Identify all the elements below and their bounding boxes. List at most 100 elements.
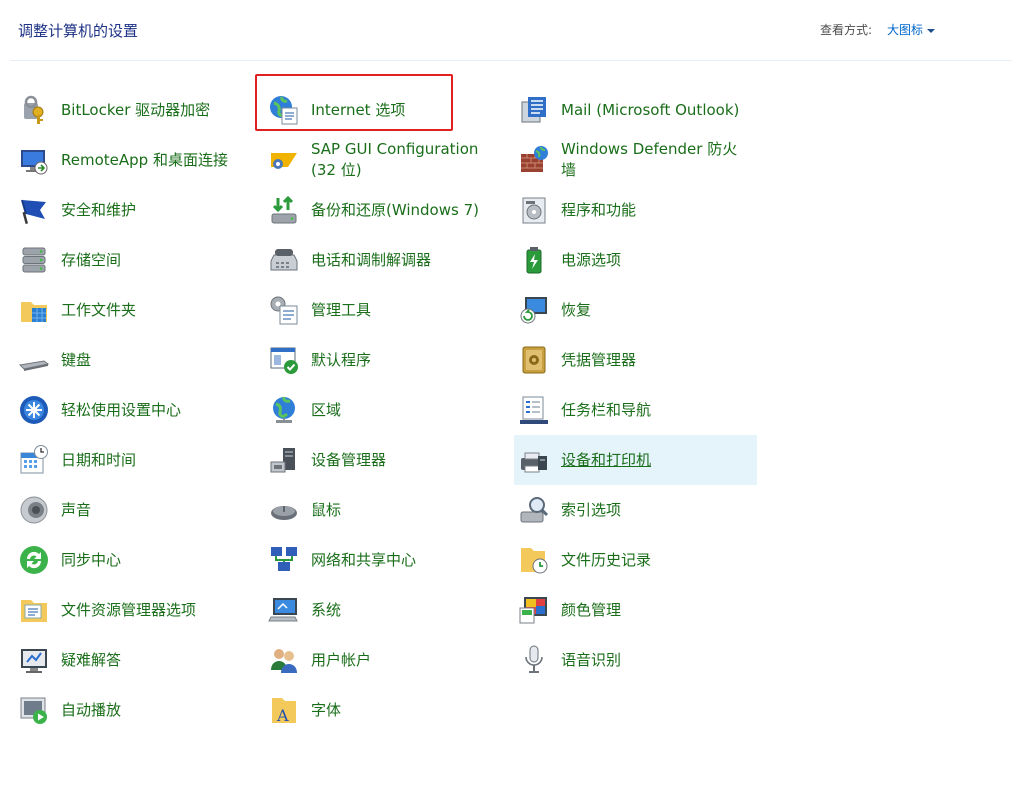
remoteapp-monitor-icon	[18, 144, 50, 176]
item-security-maintenance[interactable]: 安全和维护	[14, 185, 257, 235]
item-label: 存储空间	[61, 250, 122, 269]
item-ease-of-access[interactable]: 轻松使用设置中心	[14, 385, 257, 435]
work-folder-icon	[18, 294, 50, 326]
item-label: 日期和时间	[61, 450, 137, 469]
item-indexing-options[interactable]: 索引选项	[514, 485, 757, 535]
telephone-modem-icon	[268, 244, 300, 276]
item-speech-recognition[interactable]: 语音识别	[514, 635, 757, 685]
network-icon	[268, 544, 300, 576]
item-windows-defender-firewall[interactable]: Windows Defender 防火墙	[514, 135, 757, 185]
item-label: 网络和共享中心	[311, 550, 417, 569]
item-label: 恢复	[561, 300, 592, 319]
item-sync-center[interactable]: 同步中心	[14, 535, 257, 585]
default-programs-icon	[268, 344, 300, 376]
item-label: 设备管理器	[311, 450, 387, 469]
item-system[interactable]: 系统	[264, 585, 507, 635]
item-mail-outlook[interactable]: Mail (Microsoft Outlook)	[514, 85, 757, 135]
troubleshoot-monitor-icon	[18, 644, 50, 676]
item-label: BitLocker 驱动器加密	[61, 100, 211, 119]
indexing-icon	[518, 494, 550, 526]
item-default-programs[interactable]: 默认程序	[264, 335, 507, 385]
mouse-icon	[268, 494, 300, 526]
item-mouse[interactable]: 鼠标	[264, 485, 507, 535]
item-keyboard[interactable]: 键盘	[14, 335, 257, 385]
ease-of-access-icon	[18, 394, 50, 426]
item-color-management[interactable]: 颜色管理	[514, 585, 757, 635]
color-management-icon	[518, 594, 550, 626]
keyboard-icon	[18, 344, 50, 376]
item-label: 键盘	[61, 350, 92, 369]
item-label: 管理工具	[311, 300, 372, 319]
view-by-dropdown[interactable]: 大图标	[887, 21, 936, 38]
item-date-time[interactable]: 日期和时间	[14, 435, 257, 485]
svg-text:A: A	[276, 706, 289, 725]
item-label: 轻松使用设置中心	[61, 400, 182, 419]
storage-drives-icon	[18, 244, 50, 276]
item-file-explorer-options[interactable]: 文件资源管理器选项	[14, 585, 257, 635]
speaker-icon	[18, 494, 50, 526]
bitlocker-key-icon	[18, 94, 50, 126]
item-user-accounts[interactable]: 用户帐户	[264, 635, 507, 685]
item-label: 工作文件夹	[61, 300, 137, 319]
folder-options-icon	[18, 594, 50, 626]
item-label: 区域	[311, 400, 342, 419]
item-recovery[interactable]: 恢复	[514, 285, 757, 335]
calendar-clock-icon	[18, 444, 50, 476]
microphone-icon	[518, 644, 550, 676]
item-label: RemoteApp 和桌面连接	[61, 150, 228, 169]
item-troubleshooting[interactable]: 疑难解答	[14, 635, 257, 685]
item-autoplay[interactable]: 自动播放	[14, 685, 257, 735]
item-label: Windows Defender 防火墙	[561, 140, 738, 179]
dropdown-caret-icon	[927, 28, 936, 33]
item-phone-modem[interactable]: 电话和调制解调器	[264, 235, 507, 285]
system-computer-icon	[268, 594, 300, 626]
region-globe-icon	[268, 394, 300, 426]
item-work-folders[interactable]: 工作文件夹	[14, 285, 257, 335]
item-remoteapp[interactable]: RemoteApp 和桌面连接	[14, 135, 257, 185]
recovery-icon	[518, 294, 550, 326]
sync-icon	[18, 544, 50, 576]
highlight-box	[255, 74, 453, 131]
item-label: 文件历史记录	[561, 550, 652, 569]
item-label: 程序和功能	[561, 200, 637, 219]
item-devices-printers[interactable]: 设备和打印机	[514, 435, 757, 485]
item-label: 文件资源管理器选项	[61, 600, 197, 619]
item-backup-restore[interactable]: 备份和还原(Windows 7)	[264, 185, 507, 235]
user-accounts-icon	[268, 644, 300, 676]
item-label: 同步中心	[61, 550, 122, 569]
item-label: 备份和还原(Windows 7)	[311, 200, 479, 219]
flag-icon	[18, 194, 50, 226]
item-programs-features[interactable]: 程序和功能	[514, 185, 757, 235]
item-taskbar-navigation[interactable]: 任务栏和导航	[514, 385, 757, 435]
credential-vault-icon	[518, 344, 550, 376]
item-device-manager[interactable]: 设备管理器	[264, 435, 507, 485]
item-bitlocker[interactable]: BitLocker 驱动器加密	[14, 85, 257, 135]
item-storage-spaces[interactable]: 存储空间	[14, 235, 257, 285]
item-label: 用户帐户	[311, 650, 372, 669]
fonts-folder-icon: A	[268, 694, 300, 726]
item-power-options[interactable]: 电源选项	[514, 235, 757, 285]
view-by-value: 大图标	[887, 23, 924, 37]
item-label: 电源选项	[561, 250, 622, 269]
item-label: 疑难解答	[61, 650, 122, 669]
page-title: 调整计算机的设置	[18, 22, 139, 40]
item-label: 索引选项	[561, 500, 622, 519]
mail-icon	[518, 94, 550, 126]
item-sap-gui-configuration[interactable]: SAP GUI Configuration (32 位)	[264, 135, 507, 185]
item-region[interactable]: 区域	[264, 385, 507, 435]
item-label: Mail (Microsoft Outlook)	[561, 100, 740, 119]
item-fonts[interactable]: A 字体	[264, 685, 507, 735]
item-label: SAP GUI Configuration (32 位)	[311, 140, 479, 179]
device-manager-icon	[268, 444, 300, 476]
admin-tools-icon	[268, 294, 300, 326]
item-sound[interactable]: 声音	[14, 485, 257, 535]
item-label: 系统	[311, 600, 342, 619]
taskbar-icon	[518, 394, 550, 426]
item-label: 任务栏和导航	[561, 400, 652, 419]
item-file-history[interactable]: 文件历史记录	[514, 535, 757, 585]
item-label: 自动播放	[61, 700, 122, 719]
item-label: 语音识别	[561, 650, 622, 669]
item-admin-tools[interactable]: 管理工具	[264, 285, 507, 335]
item-network-sharing[interactable]: 网络和共享中心	[264, 535, 507, 585]
item-credential-manager[interactable]: 凭据管理器	[514, 335, 757, 385]
